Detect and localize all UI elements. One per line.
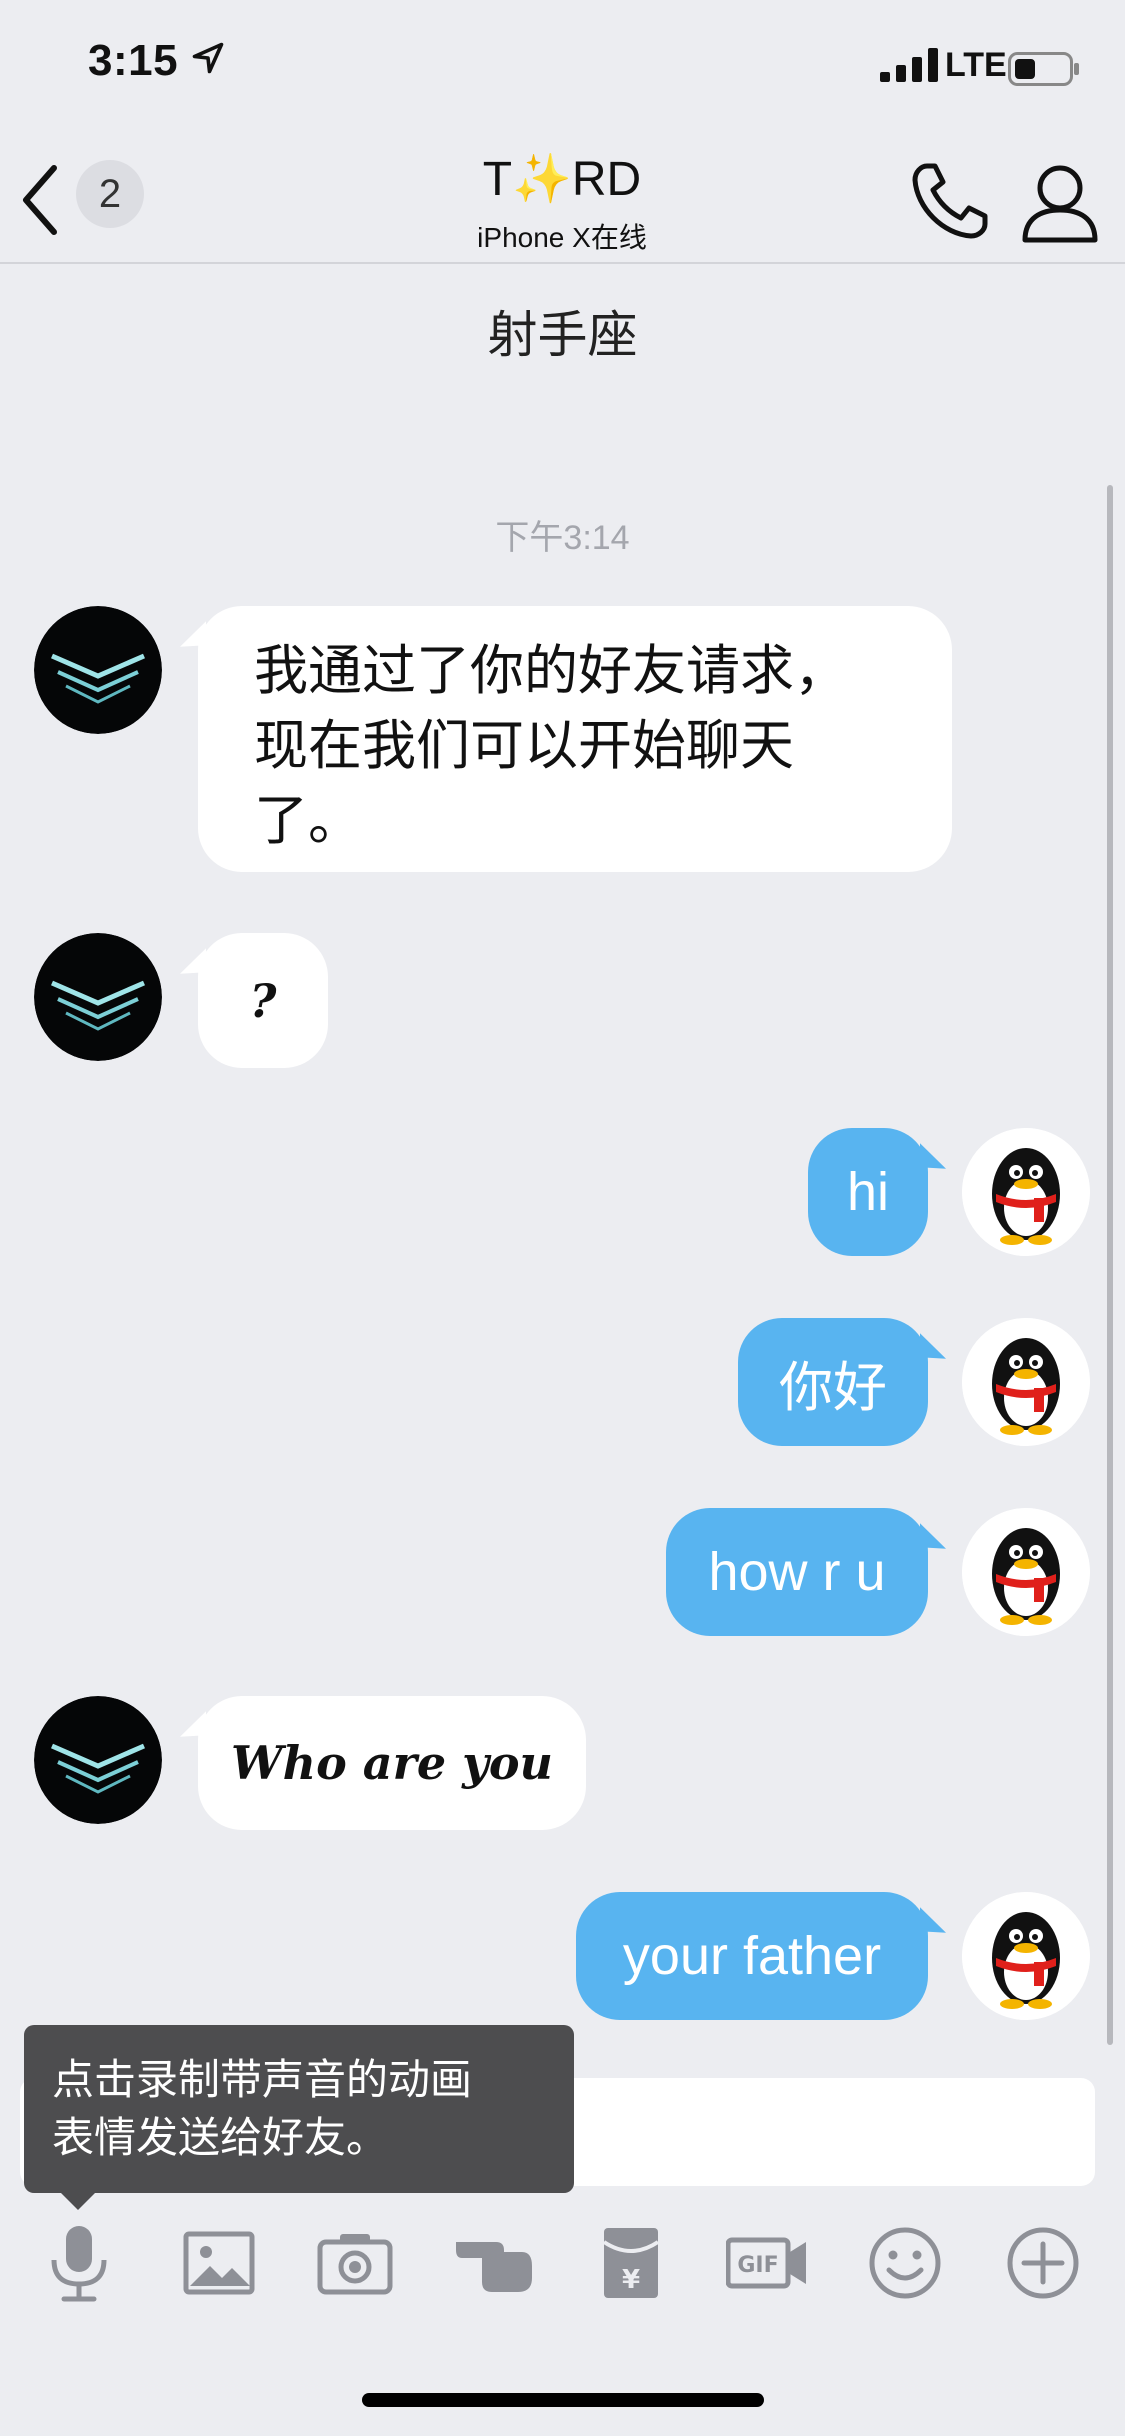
gif-icon[interactable]: GIF bbox=[726, 2222, 808, 2304]
svg-text:¥: ¥ bbox=[622, 2265, 640, 2295]
voice-emoji-tooltip: 点击录制带声音的动画 表情发送给好友。 bbox=[24, 2025, 574, 2193]
message-text-line: 了。 bbox=[254, 791, 362, 851]
contact-avatar-image bbox=[34, 606, 162, 734]
contact-avatar-image bbox=[34, 1696, 162, 1824]
self-avatar[interactable] bbox=[962, 1892, 1090, 2020]
group-name: 射手座 bbox=[487, 307, 638, 363]
message-bubble[interactable]: Who are you bbox=[198, 1696, 586, 1830]
self-avatar[interactable] bbox=[962, 1128, 1090, 1256]
message-bubble[interactable]: ? bbox=[198, 933, 328, 1068]
message-text-line: 现在我们可以开始聊天 bbox=[254, 716, 794, 776]
contact-avatar-image bbox=[34, 933, 162, 1061]
emoji-icon[interactable] bbox=[864, 2222, 946, 2304]
contact-avatar[interactable] bbox=[34, 933, 162, 1061]
back-chevron-icon[interactable] bbox=[18, 160, 68, 240]
plus-icon[interactable] bbox=[1002, 2222, 1084, 2304]
chat-title[interactable]: T✨RD bbox=[312, 150, 812, 207]
image-icon[interactable] bbox=[178, 2222, 260, 2304]
message-text: 你好 bbox=[779, 1357, 887, 1418]
outgoing-message-bubble[interactable]: your father bbox=[576, 1892, 928, 2020]
qq-penguin-icon bbox=[962, 1318, 1090, 1446]
nav-divider bbox=[0, 262, 1125, 264]
message-text-line: 我通过了你的好友请求， bbox=[254, 641, 848, 701]
red-packet-icon[interactable]: ¥ bbox=[590, 2222, 672, 2304]
network-type: LTE bbox=[945, 46, 1007, 84]
mic-icon[interactable] bbox=[38, 2222, 120, 2304]
tooltip-line: 表情发送给好友。 bbox=[52, 2114, 389, 2161]
svg-text:GIF: GIF bbox=[737, 2253, 778, 2278]
contact-avatar[interactable] bbox=[34, 1696, 162, 1824]
message-timestamp: 下午3:14 bbox=[495, 519, 630, 557]
tooltip-pointer bbox=[60, 2192, 96, 2210]
tooltip-line: 点击录制带声音的动画 bbox=[52, 2056, 473, 2103]
phone-icon[interactable] bbox=[905, 156, 995, 246]
online-status: iPhone X在线 bbox=[477, 222, 647, 253]
message-text: your father bbox=[622, 1926, 882, 1986]
location-arrow-icon bbox=[192, 42, 224, 74]
message-text: hi bbox=[846, 1162, 890, 1222]
outgoing-message-bubble[interactable]: how r u bbox=[666, 1508, 928, 1636]
qq-penguin-icon bbox=[962, 1128, 1090, 1256]
outgoing-message-bubble[interactable]: hi bbox=[808, 1128, 928, 1256]
home-indicator[interactable] bbox=[362, 2393, 764, 2407]
qq-penguin-icon bbox=[962, 1892, 1090, 2020]
camera-icon[interactable] bbox=[314, 2222, 396, 2304]
message-bubble[interactable]: 我通过了你的好友请求， 现在我们可以开始聊天 了。 bbox=[198, 606, 952, 872]
battery-icon bbox=[1008, 52, 1079, 86]
signal-bars-icon bbox=[880, 48, 938, 82]
self-avatar[interactable] bbox=[962, 1318, 1090, 1446]
status-time: 3:15 bbox=[88, 36, 179, 85]
message-text: how r u bbox=[708, 1542, 886, 1602]
outgoing-message-bubble[interactable]: 你好 bbox=[738, 1318, 928, 1446]
poke-hand-icon[interactable] bbox=[452, 2222, 534, 2304]
qq-penguin-icon bbox=[962, 1508, 1090, 1636]
unread-badge[interactable]: 2 bbox=[76, 160, 144, 228]
chat-scrollbar[interactable] bbox=[1107, 485, 1113, 2045]
profile-icon[interactable] bbox=[1015, 156, 1105, 246]
contact-avatar[interactable] bbox=[34, 606, 162, 734]
message-text: Who are you bbox=[231, 1736, 553, 1790]
self-avatar[interactable] bbox=[962, 1508, 1090, 1636]
message-text: ? bbox=[249, 973, 277, 1028]
